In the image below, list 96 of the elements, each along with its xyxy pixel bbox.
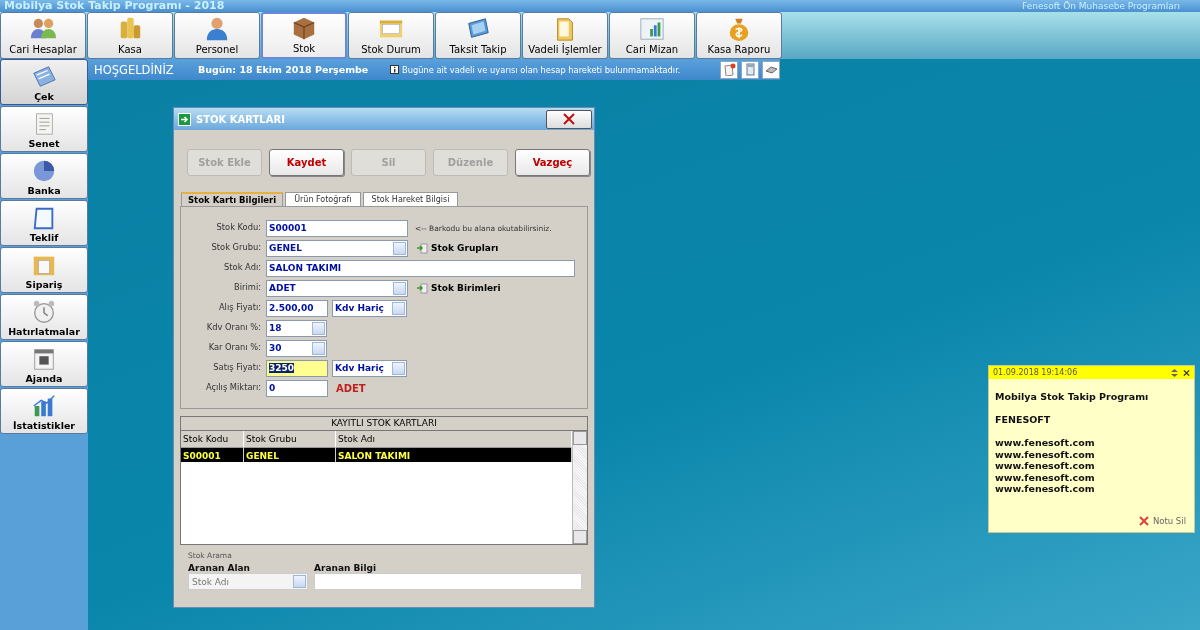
note-text: www.fenesoft.com	[995, 471, 1096, 483]
calendar-icon	[31, 346, 57, 372]
column-header[interactable]: Stok Grubu	[244, 431, 336, 448]
arrow-icon	[416, 242, 428, 254]
dropdown[interactable]: Kdv Hariç	[332, 359, 407, 377]
dropdown[interactable]: 30	[266, 339, 327, 357]
note-timestamp: 01.09.2018 19:14:06	[993, 368, 1078, 377]
input-field[interactable]: 0	[266, 379, 328, 397]
dropdown[interactable]: Stok Adı	[188, 573, 308, 590]
unit-label: ADET	[336, 382, 366, 394]
card-icon	[31, 64, 57, 90]
table-cell: GENEL	[244, 448, 336, 462]
person-icon	[204, 16, 230, 42]
close-icon	[563, 113, 575, 125]
calculator-icon	[743, 63, 757, 76]
toolbar-button[interactable]: Kasa Raporu	[696, 12, 782, 59]
welcome-text: HOŞGELDİNİZ	[94, 62, 175, 77]
sidebar-button[interactable]: İstatistikler	[0, 388, 88, 434]
link-button[interactable]: Stok Grupları	[416, 242, 499, 254]
toolbar-button[interactable]: Personel	[174, 12, 260, 59]
tab[interactable]: Stok Kartı Bilgileri	[181, 192, 284, 206]
field-label: Stok Grubu:	[210, 241, 262, 254]
column-header[interactable]: Stok Adı	[336, 431, 572, 448]
table-cell: S00001	[181, 448, 244, 462]
field-label: Aranan Bilgi	[314, 562, 378, 573]
pie-chart-icon	[31, 158, 57, 184]
note-text: www.fenesoft.com	[995, 460, 1096, 472]
box-icon	[291, 15, 317, 41]
arrow-icon	[178, 112, 191, 126]
sidebar-button[interactable]: Teklif	[0, 200, 88, 246]
notice-text: Bugüne ait vadeli ve uyarısı olan hesap hareketi bulunmamaktadır.	[402, 64, 682, 75]
toolbar-button[interactable]	[741, 60, 759, 79]
sidebar-button[interactable]: Senet	[0, 106, 88, 152]
field-label: Alış Fiyatı:	[217, 301, 262, 314]
app-title: Mobilya Stok Takip Programı - 2018	[4, 0, 225, 12]
search-field[interactable]	[314, 573, 582, 590]
field-label: Birimi:	[233, 281, 262, 294]
table-title: KAYITLI STOK KARTLARI	[181, 417, 587, 431]
close-icon	[1138, 516, 1149, 526]
note-icon	[722, 63, 736, 76]
toolbar-button[interactable]: Stok Durum	[348, 12, 434, 59]
field-label: Kar Oranı %:	[207, 341, 262, 354]
resize-icon[interactable]	[1171, 368, 1178, 377]
sidebar-button[interactable]: Hatırlatmalar	[0, 294, 88, 340]
field-label: Satış Fiyatı:	[212, 361, 262, 374]
toolbar-button[interactable]: Cari Hesaplar	[0, 12, 86, 59]
sidebar-button[interactable]: Banka	[0, 153, 88, 199]
dropdown[interactable]: 18	[266, 319, 327, 337]
alarm-clock-icon	[31, 299, 57, 325]
arrow-icon	[416, 282, 428, 294]
input-field[interactable]: S00001	[266, 219, 408, 237]
input-field[interactable]: 3250	[266, 359, 328, 377]
toolbar-button[interactable]	[762, 60, 780, 79]
toolbar-button[interactable]: Taksit Takip	[435, 12, 521, 59]
sidebar-button[interactable]: Ajanda	[0, 341, 88, 387]
field-label: Açılış Miktarı:	[204, 381, 262, 394]
date-text: Bugün: 18 Ekim 2018 Perşembe	[198, 64, 370, 75]
toolbar-button[interactable]: Stok	[261, 12, 347, 59]
close-button[interactable]	[546, 109, 592, 129]
dropdown[interactable]: ADET	[266, 279, 408, 297]
note-text: www.fenesoft.com	[995, 437, 1096, 449]
link-button[interactable]: Stok Birimleri	[416, 282, 501, 294]
sidebar-button[interactable]: Sipariş	[0, 247, 88, 293]
dropdown[interactable]: Kdv Hariç	[332, 299, 407, 317]
field-label: Stok Kodu:	[215, 221, 262, 234]
tab[interactable]: Stok Hareket Bilgisi	[362, 192, 459, 206]
toolbar-button[interactable]: Vadeli İşlemler	[522, 12, 608, 59]
action-button[interactable]: Vazgeç	[515, 149, 590, 176]
note-text: Mobilya Stok Takip Programı	[995, 391, 1150, 403]
input-field[interactable]: SALON TAKIMI	[266, 259, 575, 277]
field-label: Aranan Alan	[188, 562, 252, 573]
note-text: www.fenesoft.com	[995, 448, 1096, 460]
app-subtitle: Fenesoft Ön Muhasebe Programları	[1022, 0, 1180, 12]
toolbar-button[interactable]	[720, 60, 738, 79]
table-cell: SALON TAKIMI	[336, 448, 572, 462]
input-field[interactable]: 2.500,00	[266, 299, 328, 317]
chart-icon	[31, 393, 57, 419]
chart-icon	[639, 16, 665, 42]
toolbar-button[interactable]: Kasa	[87, 12, 173, 59]
table-row[interactable]: S00001 GENEL SALON TAKIMI	[181, 448, 572, 462]
field-label: Stok Adı:	[223, 261, 262, 274]
scrollbar[interactable]	[572, 431, 587, 544]
tab[interactable]: Ürün Fotoğrafı	[285, 192, 361, 206]
field-label: Kdv Oranı %:	[205, 321, 262, 334]
drive-icon	[764, 63, 778, 76]
delete-note-button[interactable]: Notu Sil	[1138, 516, 1186, 526]
action-button[interactable]: Kaydet	[269, 149, 344, 176]
note-text: www.fenesoft.com	[995, 483, 1096, 495]
info-icon	[390, 65, 399, 74]
dialog-title: STOK KARTLARI	[196, 113, 286, 125]
dropdown[interactable]: GENEL	[266, 239, 408, 257]
sidebar-button[interactable]: Çek	[0, 59, 88, 105]
column-header[interactable]: Stok Kodu	[181, 431, 244, 448]
note-text: FENESOFT	[995, 414, 1052, 426]
close-icon[interactable]	[1183, 368, 1190, 377]
toolbar-button[interactable]: Cari Mizan	[609, 12, 695, 59]
